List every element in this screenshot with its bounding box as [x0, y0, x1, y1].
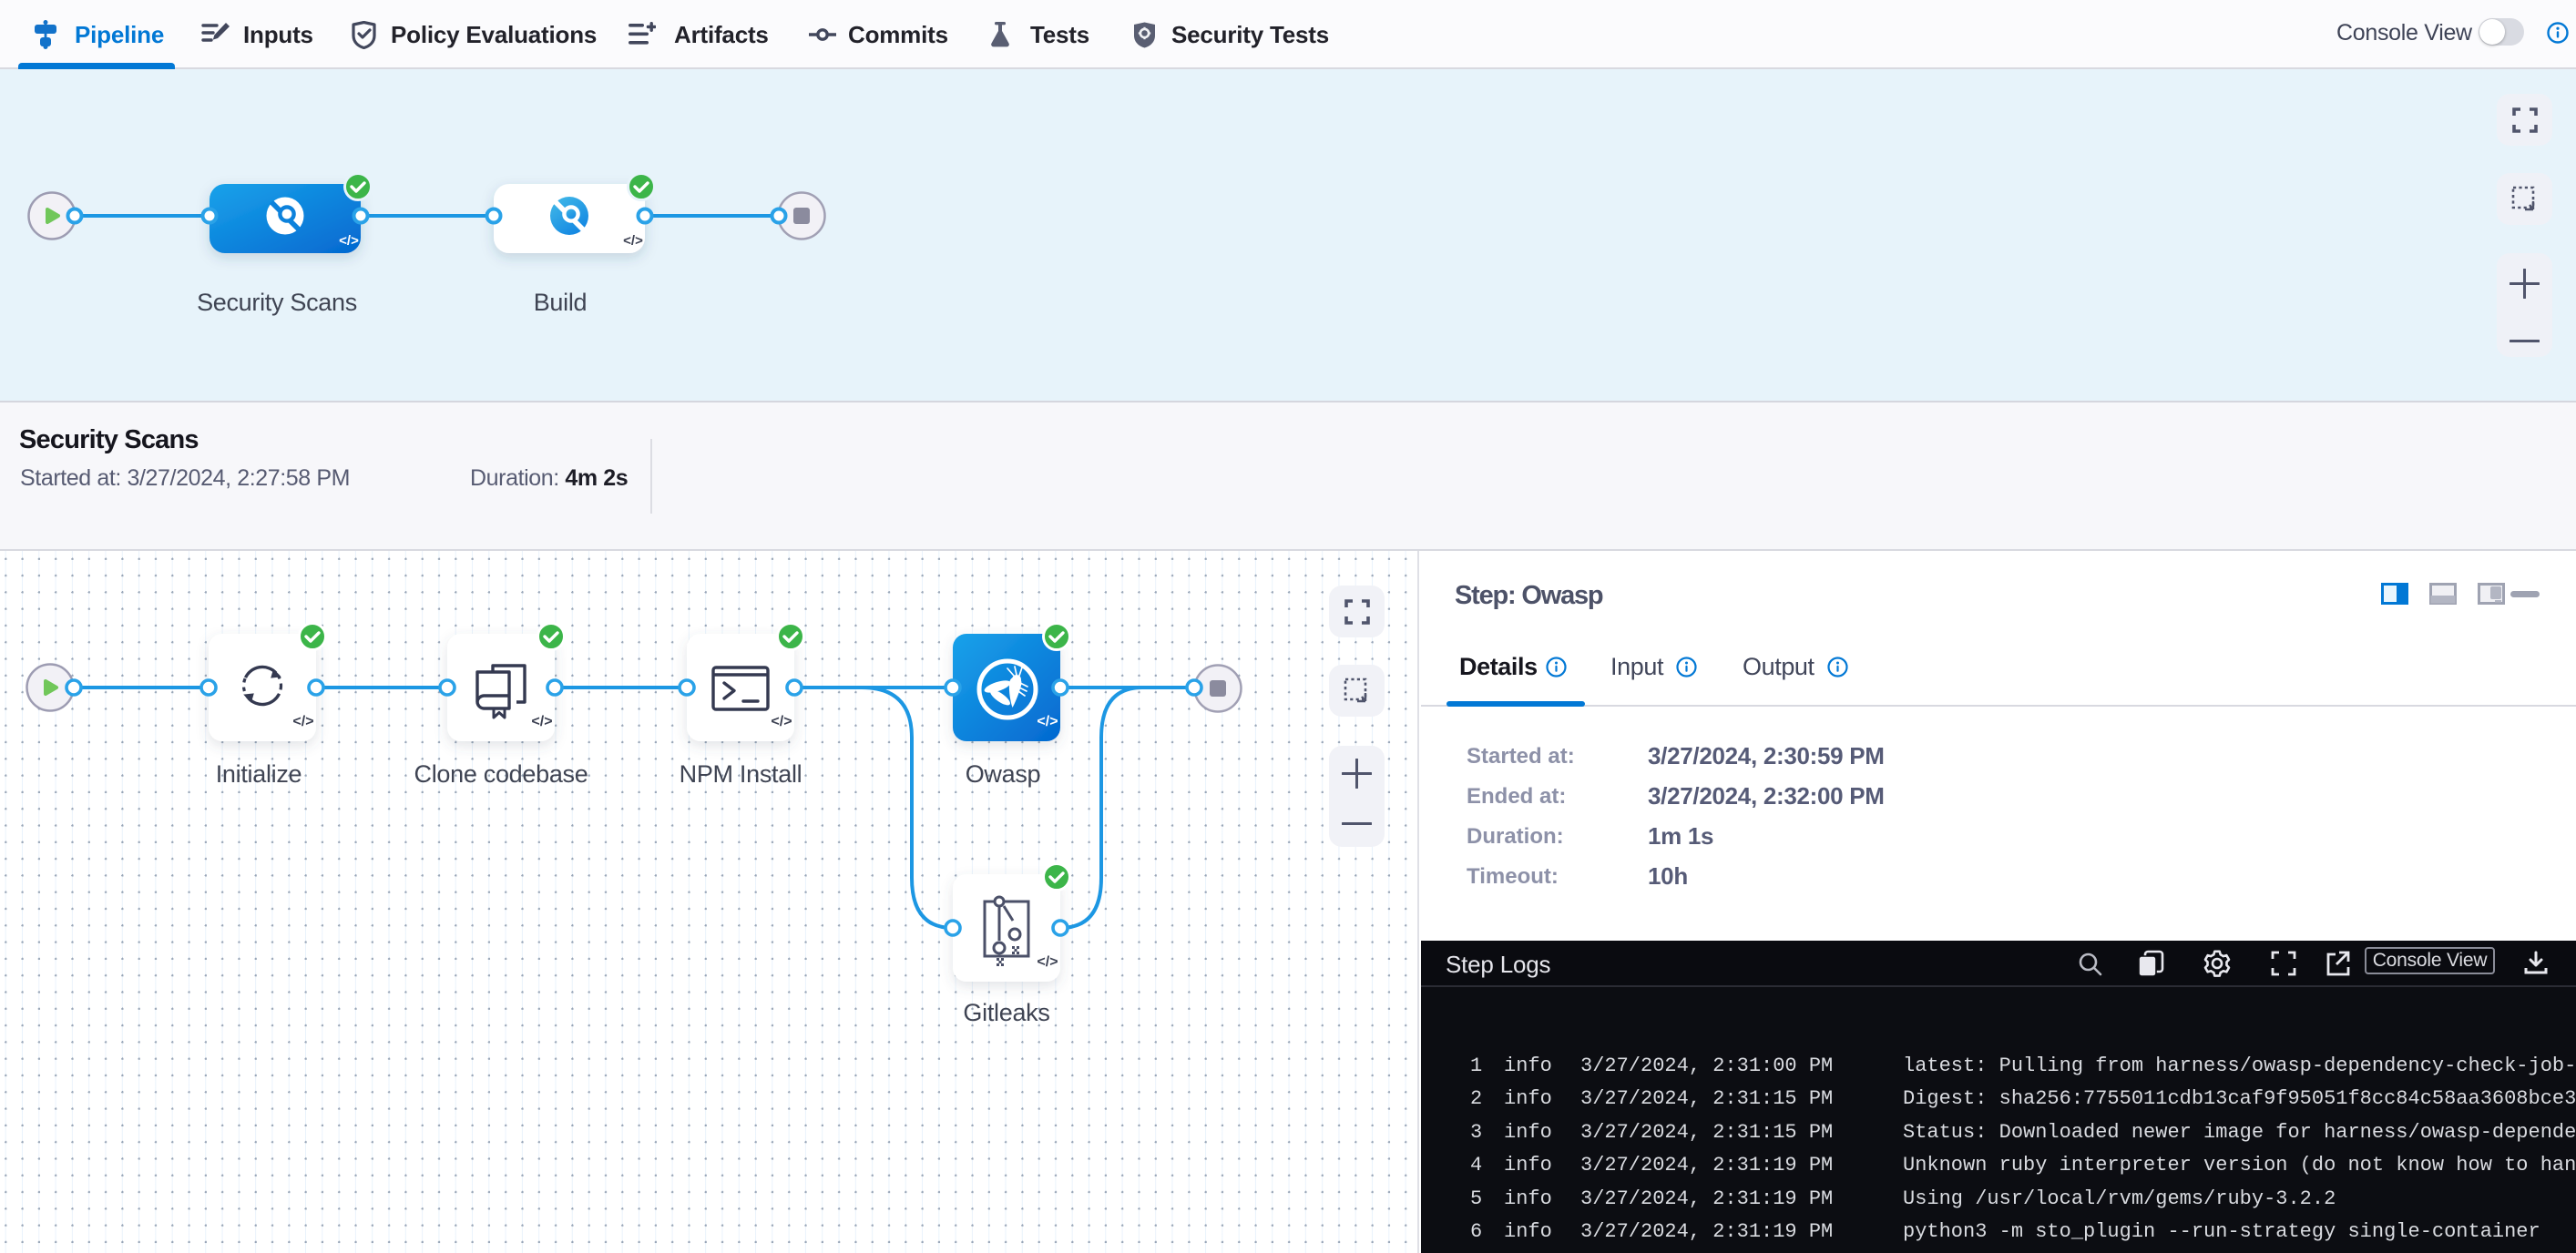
svg-text:</>: </>: [771, 714, 792, 729]
svg-text:</>: </>: [1037, 954, 1058, 970]
svg-text:</>: </>: [292, 714, 313, 729]
svg-text:</>: </>: [531, 714, 552, 729]
svg-text:</>: </>: [339, 233, 359, 249]
svg-text:</>: </>: [623, 233, 643, 249]
svg-text:</>: </>: [1037, 714, 1058, 729]
